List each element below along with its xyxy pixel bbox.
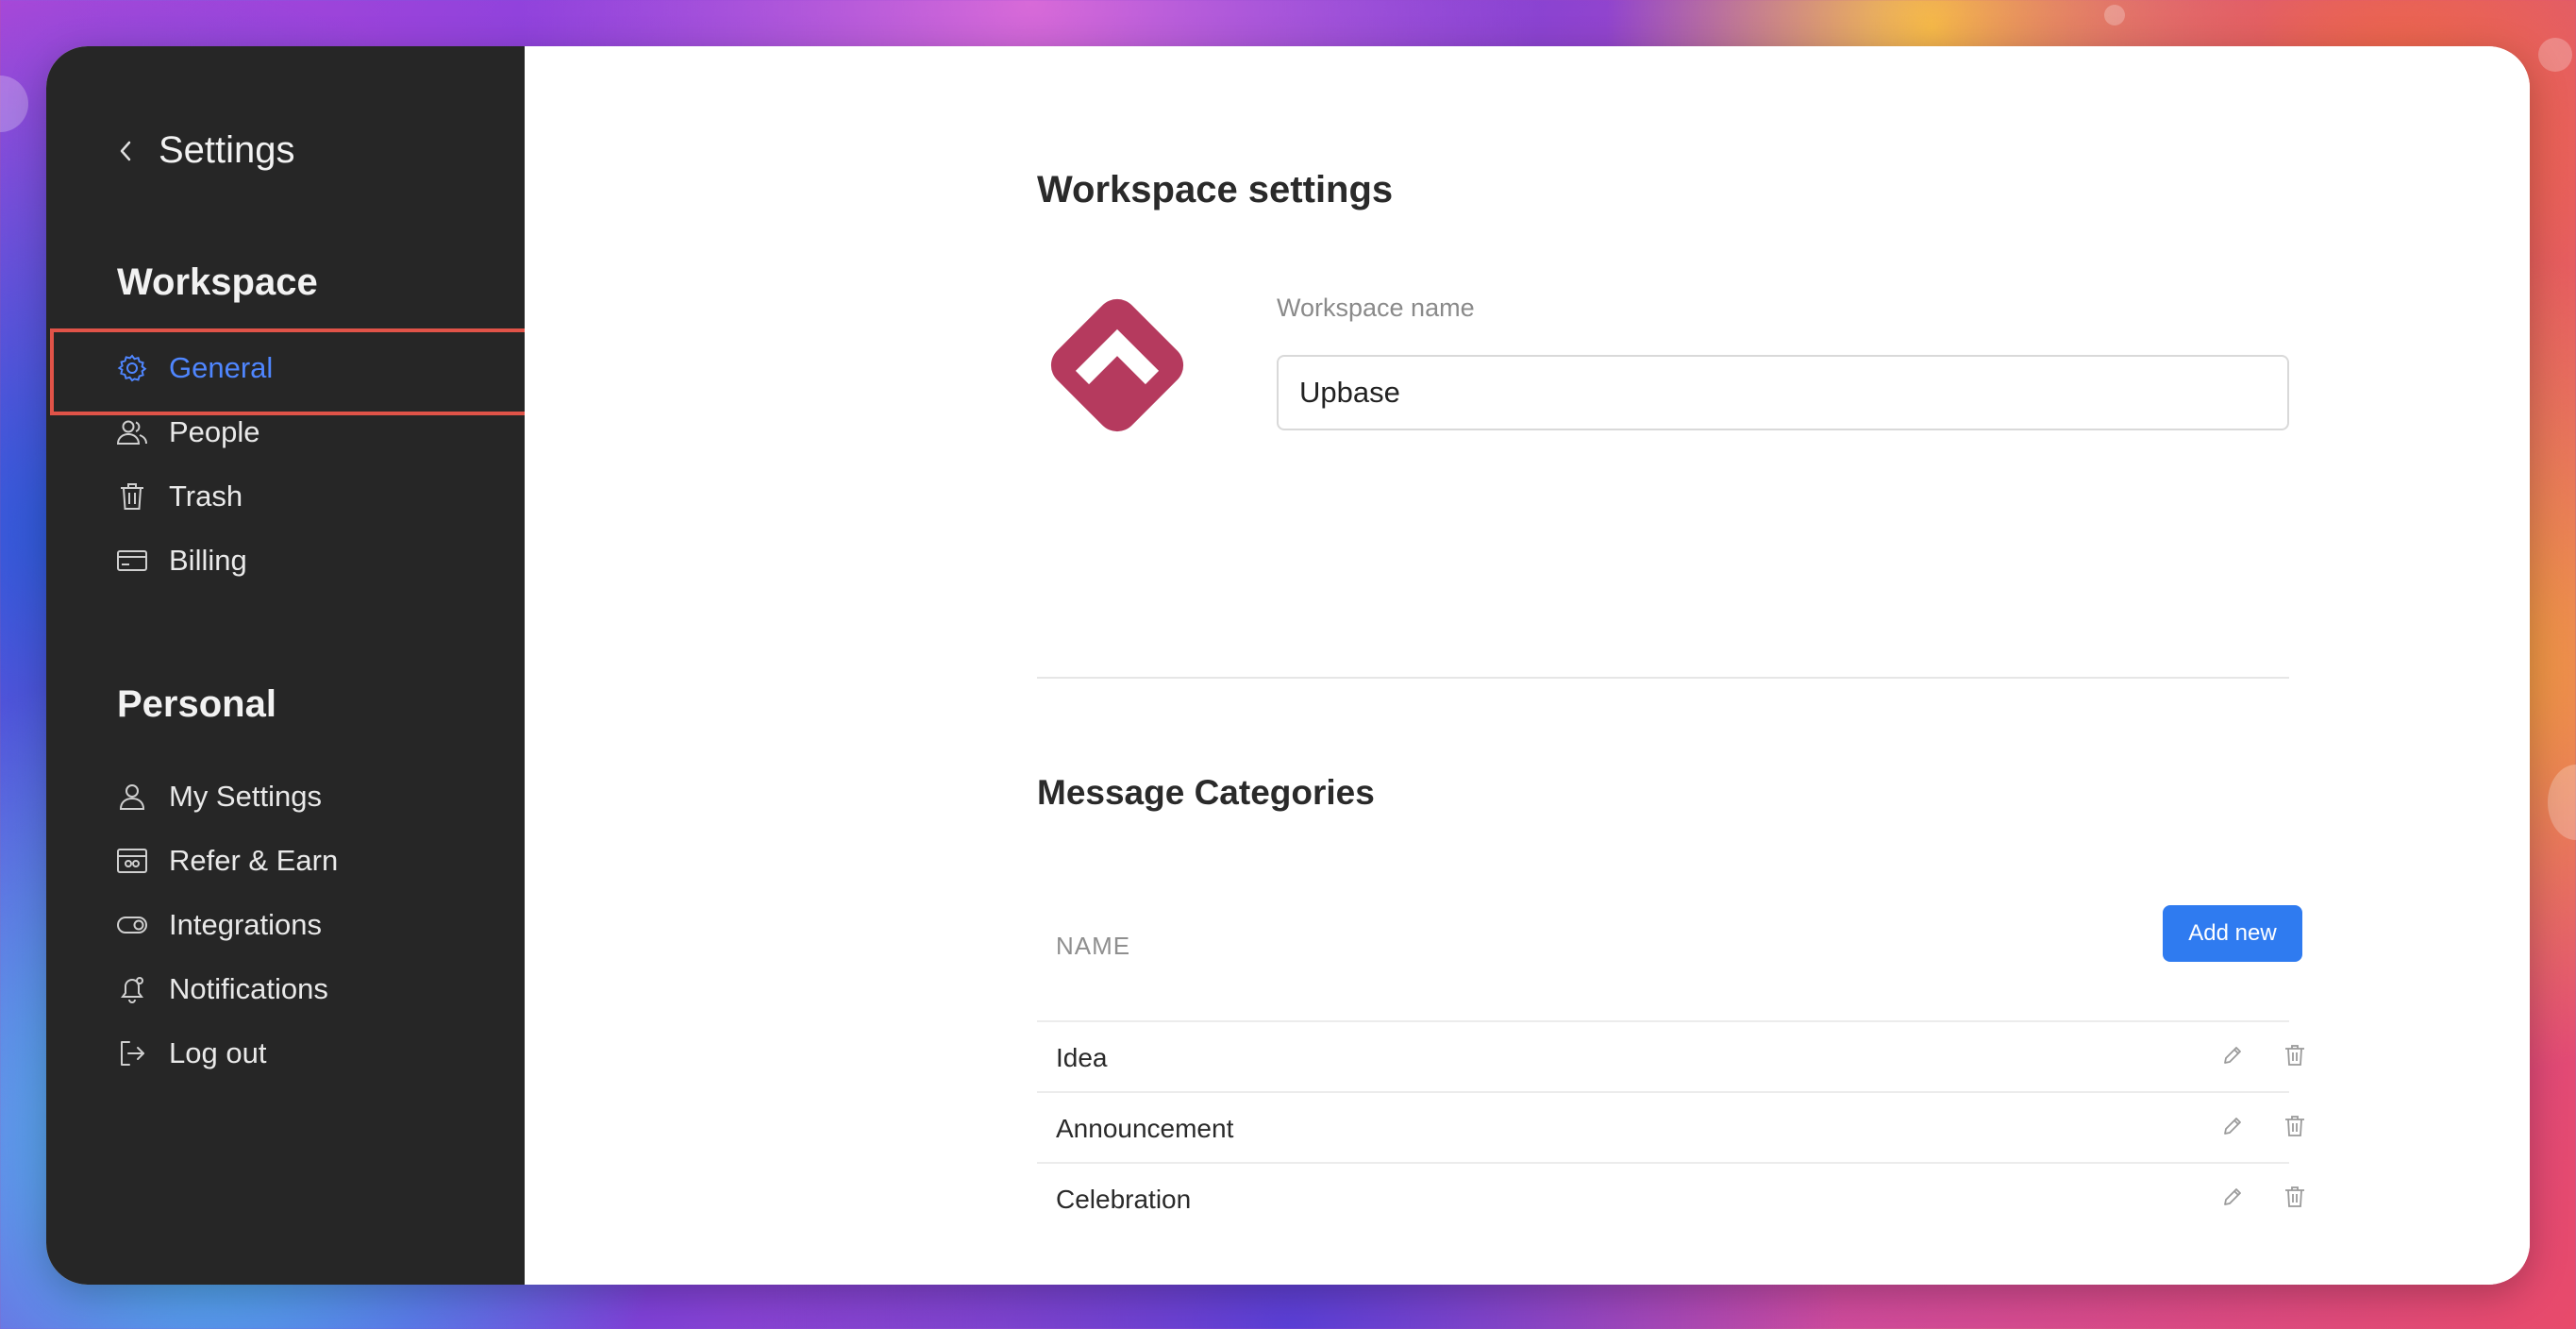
category-name: Idea	[1056, 1043, 1108, 1072]
column-header-name: NAME	[1056, 932, 1131, 960]
sidebar-header: Settings	[115, 129, 295, 172]
workspace-name-input[interactable]	[1277, 355, 2289, 430]
pencil-icon[interactable]	[2216, 1039, 2249, 1071]
background-bubble	[2538, 38, 2572, 72]
sidebar: Settings Workspace General People Trash	[46, 46, 528, 1285]
sidebar-item-label: Refer & Earn	[169, 844, 339, 877]
credit-card-icon	[116, 545, 148, 577]
sidebar-item-log-out[interactable]: Log out	[46, 1014, 525, 1093]
workspace-heading: Workspace	[117, 261, 318, 303]
table-row: Announcement	[1037, 1091, 2304, 1162]
logout-icon	[116, 1037, 148, 1069]
background-bubble	[0, 76, 28, 132]
category-name: Announcement	[1056, 1114, 1234, 1143]
sidebar-item-label: Billing	[169, 544, 247, 577]
sidebar-item-label: Notifications	[169, 972, 328, 1005]
sidebar-item-label: Log out	[169, 1036, 267, 1069]
category-name: Celebration	[1056, 1185, 1192, 1214]
workspace-name-label: Workspace name	[1277, 294, 1475, 322]
background-bubble	[2104, 5, 2125, 25]
background-bubble	[2548, 765, 2576, 840]
people-icon	[116, 416, 148, 448]
trash-icon[interactable]	[2279, 1110, 2311, 1142]
trash-icon[interactable]	[2279, 1181, 2311, 1213]
pencil-icon[interactable]	[2216, 1110, 2249, 1142]
sidebar-item-label: General	[169, 351, 274, 384]
settings-window: Settings Workspace General People Trash	[46, 46, 2530, 1285]
user-icon	[116, 781, 148, 813]
add-new-button[interactable]: Add new	[2163, 905, 2302, 962]
sidebar-item-label: My Settings	[169, 780, 322, 813]
pencil-icon[interactable]	[2216, 1181, 2249, 1213]
sidebar-item-label: Trash	[169, 479, 243, 513]
sidebar-item-label: Integrations	[169, 908, 322, 941]
workspace-logo[interactable]	[1041, 289, 1194, 442]
sidebar-title: Settings	[159, 129, 295, 171]
gift-card-icon	[116, 845, 148, 877]
toggle-icon	[116, 909, 148, 941]
section-divider	[1037, 677, 2289, 679]
table-row: Idea	[1037, 1020, 2304, 1091]
categories-title: Message Categories	[1037, 773, 1375, 812]
main-content: Workspace settings Workspace name Messag…	[525, 46, 2530, 1285]
table-row: Celebration	[1037, 1162, 2304, 1233]
sidebar-item-billing[interactable]: Billing	[46, 521, 525, 600]
trash-icon	[116, 480, 148, 513]
personal-heading: Personal	[117, 683, 276, 725]
gear-icon	[116, 352, 148, 384]
chevron-left-icon[interactable]	[115, 141, 136, 161]
page-title: Workspace settings	[1037, 169, 1394, 210]
sidebar-item-label: People	[169, 415, 260, 448]
bell-icon	[116, 973, 148, 1005]
trash-icon[interactable]	[2279, 1039, 2311, 1071]
